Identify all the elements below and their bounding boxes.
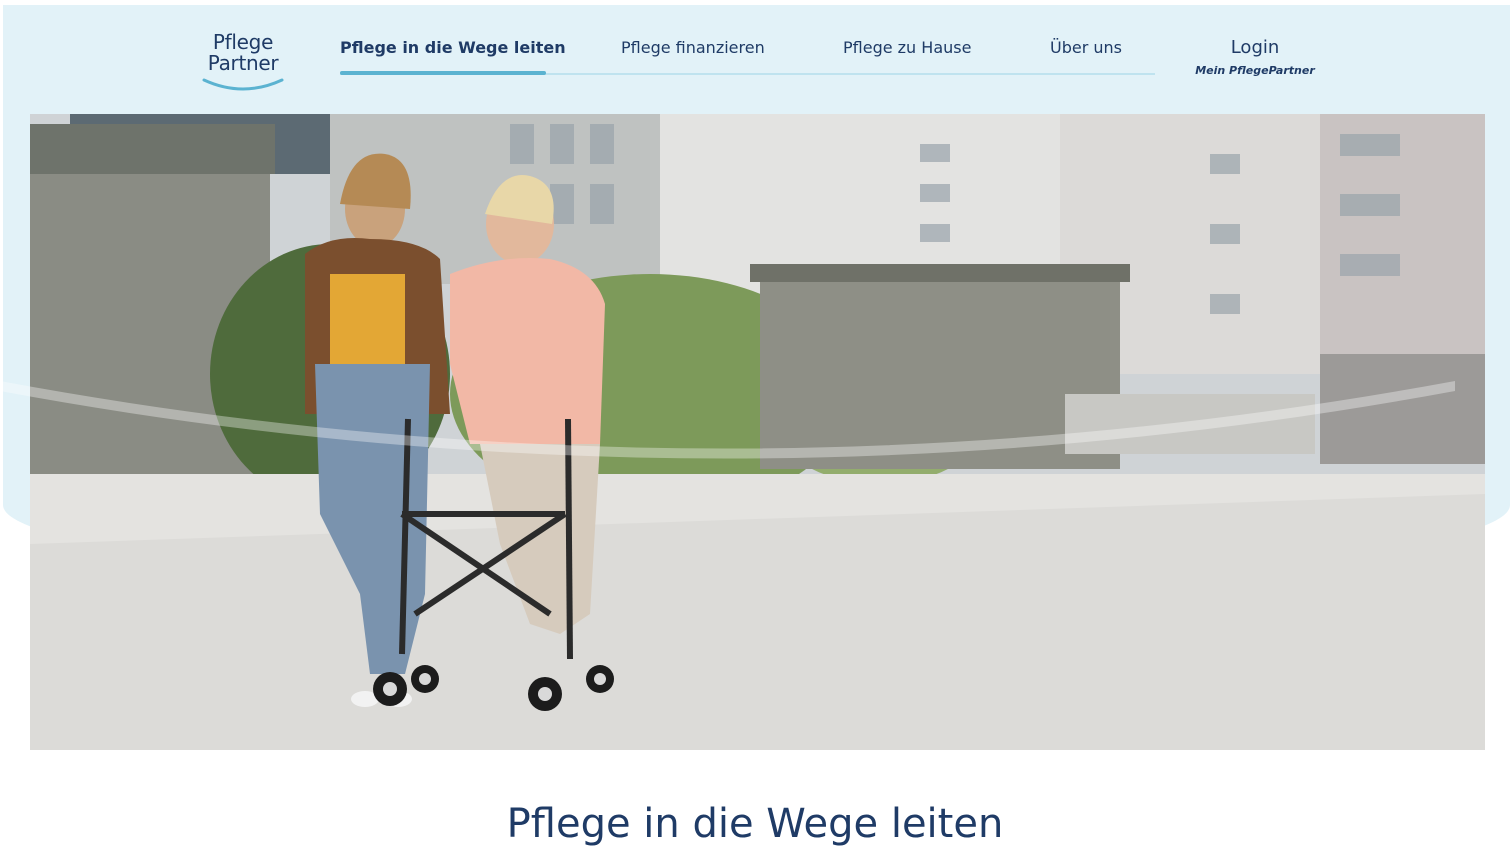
nav-item-label: Pflege in die Wege leiten — [340, 38, 566, 57]
page: Pflege Partner Pflege in die Wege leiten… — [0, 0, 1510, 854]
logo-line-2: Partner — [207, 51, 279, 75]
login-link[interactable]: Login Mein PflegePartner — [1195, 36, 1315, 77]
pflegepartner-logo[interactable]: Pflege Partner — [198, 32, 288, 98]
login-label: Login — [1230, 37, 1280, 58]
nav-item-ueber-uns[interactable]: Über uns — [1050, 36, 1122, 76]
nav-item-label: Über uns — [1050, 38, 1122, 57]
nav-item-pflege-finanzieren[interactable]: Pflege finanzieren — [621, 36, 765, 76]
logo-swoosh-icon — [202, 78, 284, 91]
page-title: Pflege in die Wege leiten — [506, 801, 1004, 847]
nav-item-label: Pflege finanzieren — [621, 38, 765, 57]
hero-photo-illustration — [30, 114, 1485, 750]
nav-active-indicator — [340, 71, 546, 75]
hero-image — [30, 114, 1485, 750]
logo-line-1: Pflege — [212, 30, 274, 54]
nav-item-label: Pflege zu Hause — [843, 38, 972, 57]
site-header: Pflege Partner Pflege in die Wege leiten… — [0, 0, 1510, 112]
nav-item-pflege-in-die-wege-leiten[interactable]: Pflege in die Wege leiten — [340, 36, 566, 76]
login-sublabel: Mein PflegePartner — [1195, 64, 1315, 77]
nav-item-pflege-zu-hause[interactable]: Pflege zu Hause — [843, 36, 971, 76]
main-navigation: Pflege in die Wege leiten Pflege finanzi… — [340, 36, 1155, 76]
